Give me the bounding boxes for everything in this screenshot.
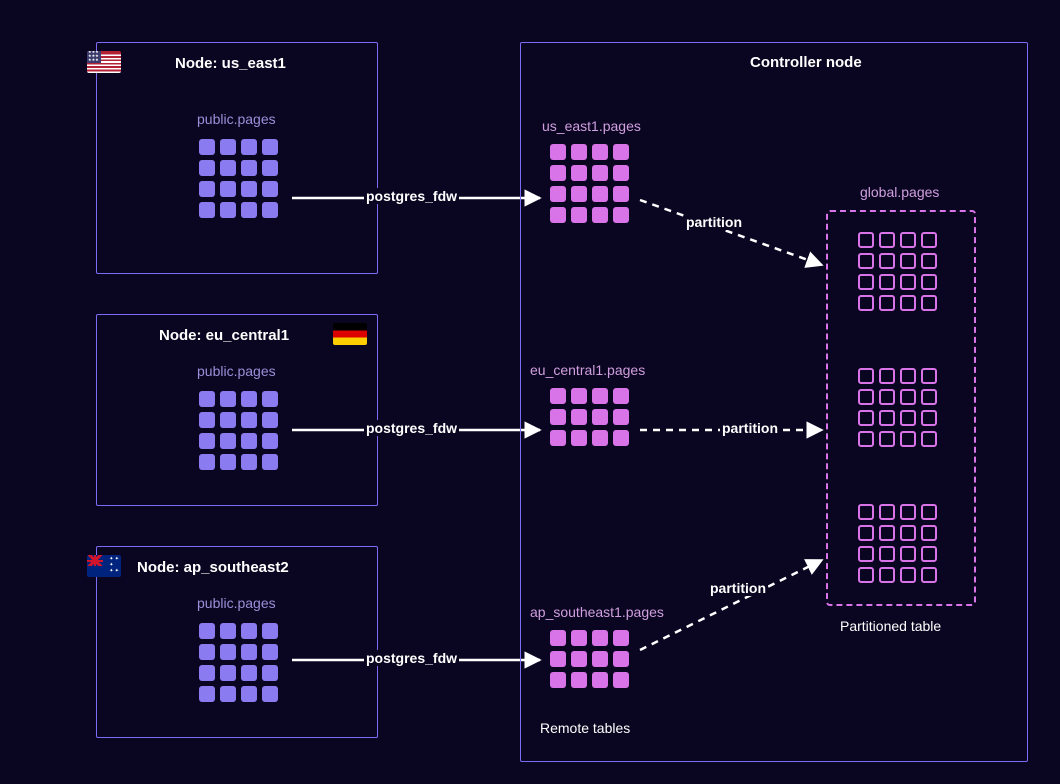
- table-label: public.pages: [197, 111, 276, 127]
- table-label: public.pages: [197, 595, 276, 611]
- remote-grid: [550, 388, 629, 446]
- table-label: public.pages: [197, 363, 276, 379]
- remote-grid: [550, 630, 629, 688]
- remote-table-label: eu_central1.pages: [530, 362, 645, 378]
- partitioned-table-caption: Partitioned table: [840, 618, 941, 634]
- node-ap-southeast2: Node: ap_southeast2 public.pages: [96, 546, 378, 738]
- data-grid: [199, 623, 278, 702]
- fdw-label: postgres_fdw: [364, 650, 459, 666]
- partition-label: partition: [720, 420, 780, 436]
- node-eu-central1: Node: eu_central1 public.pages: [96, 314, 378, 506]
- flag-us-icon: [87, 51, 121, 73]
- node-title: Node: ap_southeast2: [137, 559, 289, 576]
- data-grid: [199, 139, 278, 218]
- remote-grid: [550, 144, 629, 223]
- global-table-label: global.pages: [860, 184, 939, 200]
- data-grid: [199, 391, 278, 470]
- partition-grid: [858, 232, 937, 311]
- remote-table-label: ap_southeast1.pages: [530, 604, 664, 620]
- fdw-label: postgres_fdw: [364, 188, 459, 204]
- partition-grid: [858, 368, 937, 447]
- partition-grid: [858, 504, 937, 583]
- remote-table-label: us_east1.pages: [542, 118, 641, 134]
- partition-label: partition: [708, 580, 768, 596]
- partition-label: partition: [684, 214, 744, 230]
- flag-de-icon: [333, 323, 367, 345]
- fdw-label: postgres_fdw: [364, 420, 459, 436]
- node-title: Node: us_east1: [175, 55, 286, 72]
- flag-au-icon: [87, 555, 121, 577]
- remote-tables-caption: Remote tables: [540, 720, 630, 736]
- node-us-east1: Node: us_east1 public.pages: [96, 42, 378, 274]
- controller-title: Controller node: [750, 54, 862, 71]
- node-title: Node: eu_central1: [159, 327, 289, 344]
